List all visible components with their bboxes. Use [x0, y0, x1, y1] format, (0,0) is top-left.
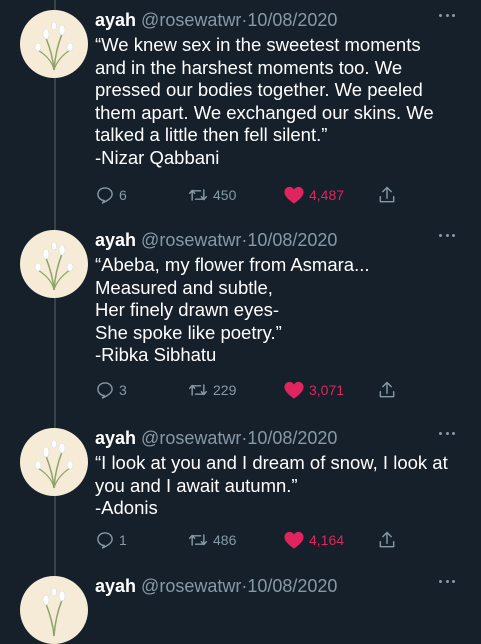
- tweet-date[interactable]: 10/08/2020: [247, 230, 337, 250]
- tweet-line: you and I await autumn.”: [95, 474, 298, 496]
- avatar[interactable]: [20, 10, 88, 78]
- display-name[interactable]: ayah: [95, 576, 136, 596]
- avatar[interactable]: [20, 576, 88, 644]
- like-count: 4,164: [309, 532, 345, 548]
- retweet-count: 229: [213, 382, 237, 398]
- reply-count: 6: [119, 187, 127, 203]
- tweet-header: ayah @rosewatwr·10/08/2020: [95, 426, 337, 450]
- tweet-actions: 1 486 4,164: [95, 528, 415, 552]
- tweet-line: them apart. We exchanged our skins. We: [95, 101, 434, 123]
- reply-icon: [97, 382, 113, 399]
- display-name[interactable]: ayah: [95, 10, 136, 30]
- tweet-date[interactable]: 10/08/2020: [247, 576, 337, 596]
- user-handle[interactable]: @rosewatwr: [141, 576, 241, 596]
- user-handle[interactable]: @rosewatwr: [141, 230, 241, 250]
- tweet-line: talked a little then fell silent.”: [95, 124, 328, 145]
- retweet-button[interactable]: 229: [187, 378, 236, 402]
- tweet-header: ayah @rosewatwr·10/08/2020: [95, 228, 337, 252]
- tweet-line: “We knew sex in the sweetest moments: [95, 34, 421, 55]
- retweet-button[interactable]: 450: [187, 183, 236, 207]
- retweet-count: 486: [213, 532, 237, 548]
- tweet-date[interactable]: 10/08/2020: [247, 428, 337, 448]
- share-icon: [379, 531, 395, 548]
- retweet-button[interactable]: 486: [187, 528, 236, 552]
- share-button[interactable]: [377, 378, 397, 402]
- display-name[interactable]: ayah: [95, 428, 136, 448]
- like-button[interactable]: 3,071: [283, 378, 344, 402]
- share-icon: [379, 381, 395, 398]
- flower-avatar-icon: [34, 21, 74, 71]
- tweet-line: “Abeba, my flower from Asmara...: [95, 254, 370, 275]
- reply-icon: [97, 187, 113, 204]
- like-button[interactable]: 4,487: [283, 183, 344, 207]
- tweet-line: She spoke like poetry.”: [95, 321, 282, 343]
- heart-icon: [284, 186, 304, 204]
- tweet-line: pressed our bodies together. We peeled: [95, 79, 423, 100]
- heart-icon: [284, 381, 304, 399]
- share-icon: [379, 186, 395, 203]
- tweet-line: Her finely drawn eyes-: [95, 299, 280, 320]
- more-icon[interactable]: [439, 14, 455, 18]
- tweet-text: “Abeba, my flower from Asmara... Measure…: [95, 254, 465, 367]
- retweet-icon: [188, 189, 208, 201]
- more-icon[interactable]: [439, 234, 455, 238]
- reply-icon: [97, 532, 113, 549]
- like-button[interactable]: 4,164: [283, 528, 344, 552]
- tweet-header: ayah @rosewatwr·10/08/2020: [95, 8, 337, 32]
- like-count: 4,487: [309, 187, 345, 203]
- heart-icon: [284, 531, 304, 549]
- reply-button[interactable]: 3: [95, 378, 127, 402]
- tweet-actions: 6 450 4,487: [95, 183, 415, 207]
- flower-avatar-icon: [34, 241, 74, 291]
- avatar[interactable]: [20, 428, 88, 496]
- reply-count: 3: [119, 382, 127, 398]
- like-count: 3,071: [309, 382, 345, 398]
- tweet-header: ayah @rosewatwr·10/08/2020: [95, 574, 337, 598]
- display-name[interactable]: ayah: [95, 230, 136, 250]
- tweet-text: “We knew sex in the sweetest moments and…: [95, 34, 465, 169]
- share-button[interactable]: [377, 528, 397, 552]
- retweet-icon: [188, 534, 208, 546]
- more-icon[interactable]: [439, 432, 455, 436]
- avatar[interactable]: [20, 230, 88, 298]
- tweet-line: -Adonis: [95, 497, 158, 518]
- flower-avatar-icon: [34, 439, 74, 489]
- tweet-text: “I look at you and I dream of snow, I lo…: [95, 452, 465, 520]
- tweet-line: “I look at you and I dream of snow, I lo…: [95, 452, 448, 473]
- share-button[interactable]: [377, 183, 397, 207]
- tweet-line: -Ribka Sibhatu: [95, 344, 217, 365]
- user-handle[interactable]: @rosewatwr: [141, 10, 241, 30]
- user-handle[interactable]: @rosewatwr: [141, 428, 241, 448]
- tweet-line: and in the harshest moments too. We: [95, 56, 403, 78]
- thread-connector-line: [54, 0, 56, 600]
- tweet-actions: 3 229 3,071: [95, 378, 415, 402]
- retweet-icon: [188, 384, 208, 396]
- reply-count: 1: [119, 532, 127, 548]
- tweet-line: -Nizar Qabbani: [95, 146, 220, 168]
- tweet-line: Measured and subtle,: [95, 276, 273, 298]
- tweet-date[interactable]: 10/08/2020: [247, 10, 337, 30]
- retweet-count: 450: [213, 187, 237, 203]
- flower-avatar-icon: [42, 587, 66, 637]
- reply-button[interactable]: 1: [95, 528, 127, 552]
- reply-button[interactable]: 6: [95, 183, 127, 207]
- more-icon[interactable]: [439, 580, 455, 584]
